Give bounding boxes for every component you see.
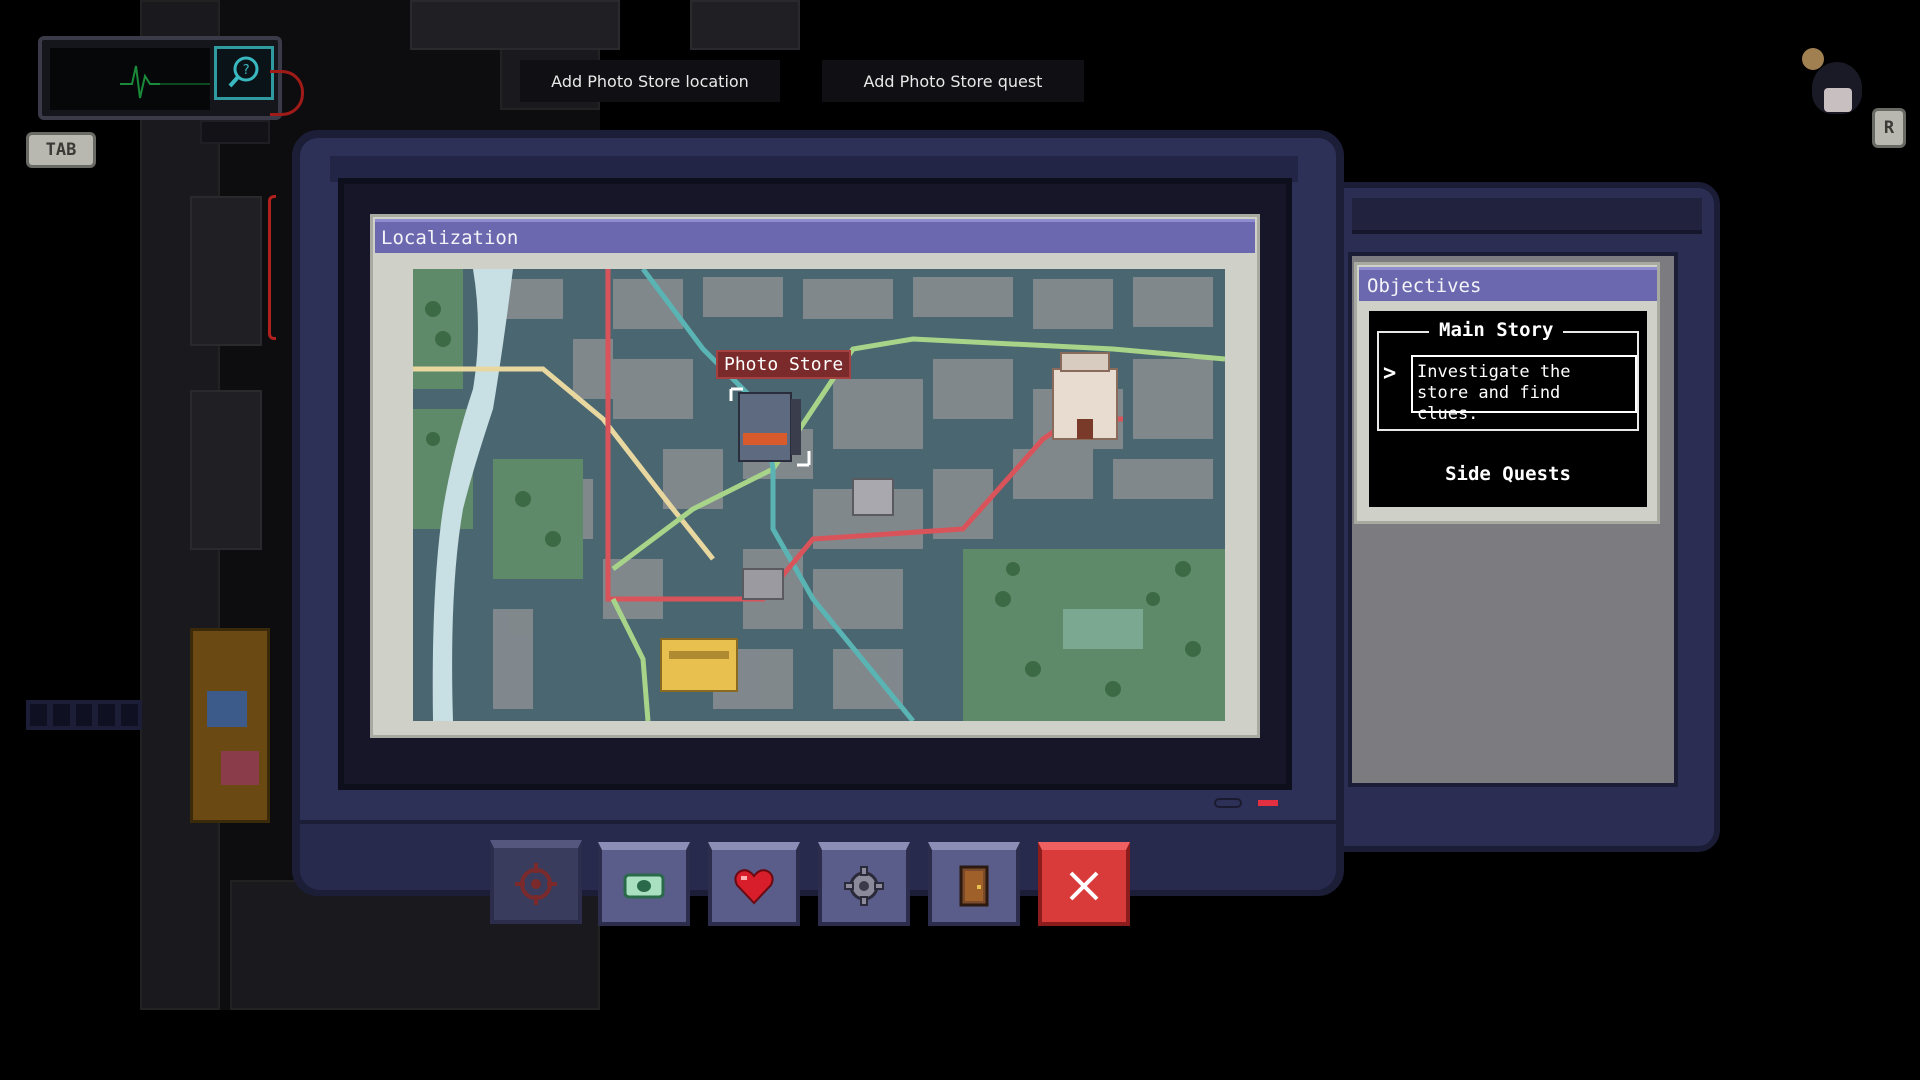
heart-monitor[interactable]: ? [38,36,282,120]
notification-quest: Add Photo Store quest [822,60,1084,102]
settings-tab-button[interactable] [818,842,910,926]
r-key-hint: R [1872,108,1906,148]
side-quests-heading[interactable]: Side Quests [1369,463,1647,485]
heart-monitor-screen [50,48,210,110]
map-marker-label[interactable]: Photo Store [716,350,852,379]
character-portrait [1800,48,1880,138]
exit-tab-button[interactable] [928,842,1020,926]
map-window-title: Localization [375,219,1255,253]
background-cable [268,195,276,340]
poster-art [207,691,247,727]
notification-location: Add Photo Store location [520,60,780,102]
close-icon [1069,871,1099,901]
magnifier-icon[interactable]: ? [214,46,274,100]
device-vent [26,700,142,730]
tab-key-hint: TAB [26,132,96,168]
objectives-window: Objectives Main Story > Investigate the … [1354,262,1660,524]
map-window: Localization [370,214,1260,738]
background-shelf [690,0,800,50]
background-shelf [190,196,262,346]
inventory-tab-button[interactable] [598,842,690,926]
device-leds [1214,796,1294,810]
quest-item[interactable]: Investigate the store and find clues. [1411,355,1637,424]
objectives-body: Main Story > Investigate the store and f… [1369,311,1647,507]
poster-art [221,751,259,785]
main-story-heading: Main Story [1429,319,1564,341]
health-tab-button[interactable] [708,842,800,926]
map-tab-button[interactable] [490,840,582,924]
gear-icon [844,866,884,906]
background-shelf [410,0,620,50]
heart-icon [734,869,774,905]
led-on-icon [1258,800,1278,806]
led-off-icon [1214,798,1242,808]
chevron-right-icon: > [1383,361,1397,386]
ecg-line-icon [120,65,210,99]
background-poster [190,628,270,823]
device-top-strip [1352,198,1702,234]
cash-icon [623,873,665,899]
city-map-art [413,269,1225,721]
character-face [1824,88,1852,112]
crosshair-icon [515,863,557,905]
city-map[interactable] [413,269,1225,721]
close-button[interactable] [1038,842,1130,926]
monitor-stand [200,120,270,144]
objectives-title: Objectives [1359,267,1657,301]
background-shelf [190,390,262,550]
door-icon [959,865,989,907]
svg-text:?: ? [242,63,250,78]
